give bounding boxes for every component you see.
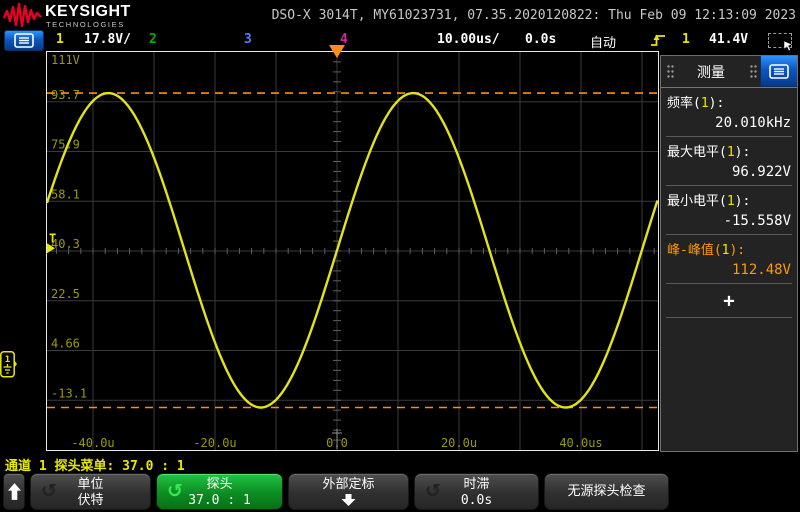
time-reference-marker[interactable]: [329, 45, 345, 58]
header: KEYSIGHT TECHNOLOGIES DSO-X 3014T, MY610…: [0, 0, 800, 30]
softkey-label: 无源探头检查: [545, 474, 668, 509]
brand-name: KEYSIGHT: [45, 3, 131, 21]
softkey-label: 外部定标: [289, 477, 408, 493]
drag-grip-icon: [749, 64, 758, 79]
svg-text:22.5: 22.5: [51, 287, 80, 301]
measurement-label: 频率(1):: [667, 92, 791, 111]
svg-text:93.7: 93.7: [51, 88, 80, 102]
svg-text:4.66: 4.66: [51, 337, 80, 351]
svg-text:-13.1: -13.1: [51, 386, 87, 400]
measurement-value: 20.010kHz: [667, 111, 791, 131]
channel-1-indicator[interactable]: 1: [56, 32, 64, 47]
svg-text:40.0us: 40.0us: [559, 436, 602, 450]
down-arrow-icon: [341, 494, 356, 506]
measurement-value: 96.922V: [667, 160, 791, 180]
measurement-label: 最小电平(1):: [667, 190, 791, 209]
menu-icon: [769, 64, 789, 79]
svg-text:20.0u: 20.0u: [441, 436, 477, 450]
trigger-source[interactable]: 1: [682, 32, 690, 47]
cycle-icon: ↺: [425, 481, 441, 501]
measurement-label: 最大电平(1):: [667, 141, 791, 160]
measurement-value: -15.558V: [667, 209, 791, 229]
channel-1-ground-marker[interactable]: 1: [0, 351, 17, 382]
region-select-icon[interactable]: [768, 33, 792, 48]
softkey-skew[interactable]: ↺ 时滞 0.0s: [414, 473, 539, 510]
brand-subtitle: TECHNOLOGIES: [46, 20, 125, 29]
waveform-display: 111V93.775.958.140.322.54.66-13.1-40.0u-…: [46, 51, 659, 451]
svg-text:111V: 111V: [51, 53, 80, 67]
svg-text:-20.0u: -20.0u: [193, 436, 236, 450]
cycle-icon: ↺: [167, 481, 183, 501]
keysight-logo: KEYSIGHT TECHNOLOGIES: [3, 2, 233, 29]
svg-text:1: 1: [5, 355, 10, 365]
svg-text:58.1: 58.1: [51, 187, 80, 201]
logo-spark-icon: [3, 2, 43, 29]
channel-3-indicator[interactable]: 3: [244, 32, 252, 47]
measurement-panel: 测量 频率(1): 20.010kHz 最大电平(1): 96.922V: [660, 55, 798, 452]
cursor-arrow-icon: [784, 41, 795, 52]
measurement-panel-header[interactable]: 测量: [661, 56, 797, 88]
measurement-min-level[interactable]: 最小电平(1): -15.558V: [666, 186, 792, 235]
status-bar: 1 17.8V/ 2 3 4 10.00us/ 0.0s 自动 1 41.4V: [0, 30, 800, 50]
softkey-passive-probe-check[interactable]: 无源探头检查: [544, 473, 669, 510]
trigger-level-readout[interactable]: 41.4V: [709, 32, 748, 47]
measurement-panel-title: 测量: [661, 62, 761, 82]
trigger-edge-icon[interactable]: [650, 33, 667, 48]
add-measurement-button[interactable]: +: [666, 284, 792, 318]
softkey-external-scaling[interactable]: 外部定标: [288, 473, 409, 510]
delay-readout[interactable]: 0.0s: [525, 32, 556, 47]
softkey-unit[interactable]: ↺ 单位 伏特: [30, 473, 151, 510]
graticule-svg: 111V93.775.958.140.322.54.66-13.1-40.0u-…: [47, 52, 658, 450]
measurement-max-level[interactable]: 最大电平(1): 96.922V: [666, 137, 792, 186]
svg-text:-40.0u: -40.0u: [71, 436, 114, 450]
softkey-probe[interactable]: ↺ 探头 37.0 : 1: [156, 473, 283, 510]
cycle-icon: ↺: [41, 481, 57, 501]
measurement-label: 峰-峰值(1):: [667, 239, 791, 258]
measurement-frequency[interactable]: 频率(1): 20.010kHz: [666, 88, 792, 137]
menu-icon: [14, 33, 34, 48]
channel-1-scale[interactable]: 17.8V/: [84, 32, 131, 47]
back-up-button[interactable]: [3, 473, 25, 510]
oscilloscope-screen: KEYSIGHT TECHNOLOGIES DSO-X 3014T, MY610…: [0, 0, 800, 512]
channel-probe-status: 通道 1 探头菜单: 37.0 : 1: [5, 455, 185, 474]
trigger-mode[interactable]: 自动: [590, 32, 616, 51]
main-menu-button[interactable]: [4, 30, 44, 51]
measurement-value: 112.48V: [667, 258, 791, 278]
measurement-peak-peak[interactable]: 峰-峰值(1): 112.48V: [666, 235, 792, 284]
timebase-readout[interactable]: 10.00us/: [437, 32, 500, 47]
instrument-title: DSO-X 3014T, MY61023731, 07.35.202012082…: [272, 8, 796, 23]
panel-menu-button[interactable]: [760, 56, 797, 87]
channel-2-indicator[interactable]: 2: [149, 32, 157, 47]
up-arrow-icon: [8, 483, 21, 500]
svg-text:T: T: [49, 231, 56, 245]
